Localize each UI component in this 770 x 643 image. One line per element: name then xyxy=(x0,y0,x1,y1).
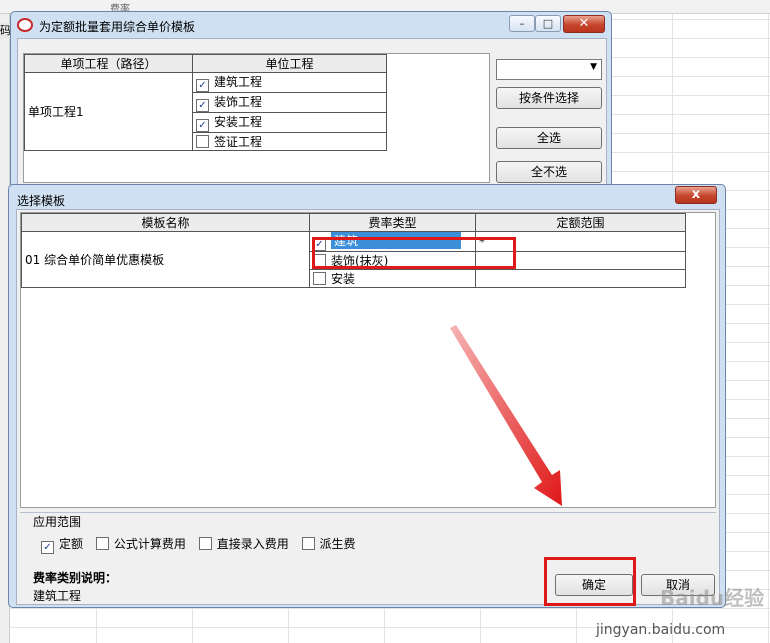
batch-close-button[interactable]: ✕ xyxy=(563,15,605,33)
checkbox-unchecked-icon[interactable] xyxy=(196,135,209,148)
unit-label: 建筑工程 xyxy=(214,75,263,89)
unit-row[interactable]: 安装工程 xyxy=(192,112,387,133)
highlight-box-ok-button xyxy=(544,557,636,606)
description-value: 建筑工程 xyxy=(33,589,82,603)
rate-type-label: 安装 xyxy=(331,272,356,286)
checkbox-checked-icon[interactable] xyxy=(196,99,209,112)
select-none-button[interactable]: 全不选 xyxy=(496,161,602,183)
chevron-down-icon: ▼ xyxy=(590,62,597,72)
header-rate-type: 费率类型 xyxy=(309,213,476,232)
header-unit-project: 单位工程 xyxy=(192,54,387,73)
header-template-name: 模板名称 xyxy=(21,213,310,232)
scope-label: 应用范围 xyxy=(33,515,82,529)
close-icon[interactable]: x xyxy=(675,186,717,204)
unit-label: 安装工程 xyxy=(214,115,263,129)
unit-label: 签证工程 xyxy=(214,135,263,149)
template-dialog-title: 选择模板 xyxy=(17,194,66,208)
header-single-project: 单项工程（路径） xyxy=(24,54,193,73)
checkbox-unchecked-icon[interactable] xyxy=(95,537,109,550)
unit-row[interactable]: 签证工程 xyxy=(192,132,387,151)
red-arrow xyxy=(450,325,562,506)
condition-dropdown[interactable]: ▼ xyxy=(496,59,602,80)
scope-option-formula[interactable]: 公式计算费用 xyxy=(95,537,186,551)
unit-project-table: 单项工程（路径） 单位工程 单项工程1 建筑工程 装饰工程 安装工程 签证工程 xyxy=(24,54,387,151)
checkbox-checked-icon[interactable] xyxy=(41,541,54,554)
watermark-url: jingyan.baidu.com xyxy=(596,622,726,638)
arrow-icon xyxy=(450,325,562,506)
batch-window-client: 单项工程（路径） 单位工程 单项工程1 建筑工程 装饰工程 安装工程 签证工程 … xyxy=(17,38,607,188)
checkbox-unchecked-icon[interactable] xyxy=(301,537,315,550)
checkbox-unchecked-icon[interactable] xyxy=(198,537,212,550)
scope-option-derived[interactable]: 派生费 xyxy=(301,537,356,551)
quota-range-cell[interactable] xyxy=(475,269,686,288)
background-tab: 码 xyxy=(0,23,10,39)
unit-row[interactable]: 建筑工程 xyxy=(192,72,387,93)
highlight-box-rate-type xyxy=(312,237,516,269)
single-project-cell: 单项工程1 xyxy=(24,72,193,151)
scope-options: 定额 公式计算费用 直接录入费用 派生费 xyxy=(41,535,356,554)
scope-option-direct[interactable]: 直接录入费用 xyxy=(198,537,289,551)
unit-table-area: 单项工程（路径） 单位工程 单项工程1 建筑工程 装饰工程 安装工程 签证工程 xyxy=(23,53,490,183)
batch-window-title: 为定额批量套用综合单价模板 xyxy=(39,20,196,34)
checkbox-checked-icon[interactable] xyxy=(196,79,209,92)
header-quota-range: 定额范围 xyxy=(475,213,686,232)
batch-apply-window: 为定额批量套用综合单价模板 – □ ✕ 单项工程（路径） 单位工程 单项工程1 … xyxy=(10,11,612,189)
scope-option-quota[interactable]: 定额 xyxy=(41,537,84,554)
scope-option-label: 直接录入费用 xyxy=(216,537,289,551)
scope-option-label: 公式计算费用 xyxy=(113,537,186,551)
rate-type-row[interactable]: 安装 xyxy=(309,269,476,288)
scope-option-label: 派生费 xyxy=(319,537,356,551)
description-label: 费率类别说明： xyxy=(33,571,118,585)
select-all-button[interactable]: 全选 xyxy=(496,127,602,149)
divider xyxy=(20,512,716,513)
minimize-button[interactable]: – xyxy=(509,15,535,32)
unit-label: 装饰工程 xyxy=(214,95,263,109)
maximize-button[interactable]: □ xyxy=(535,15,561,32)
checkbox-unchecked-icon[interactable] xyxy=(313,272,326,285)
app-logo-icon xyxy=(17,18,33,32)
by-condition-button[interactable]: 按条件选择 xyxy=(496,87,602,109)
checkbox-checked-icon[interactable] xyxy=(196,119,209,132)
template-name-cell[interactable]: 01 综合单价简单优惠模板 xyxy=(21,231,310,288)
scope-option-label: 定额 xyxy=(59,537,84,551)
watermark-brand: Baidu经验 xyxy=(660,586,765,610)
unit-row[interactable]: 装饰工程 xyxy=(192,92,387,113)
